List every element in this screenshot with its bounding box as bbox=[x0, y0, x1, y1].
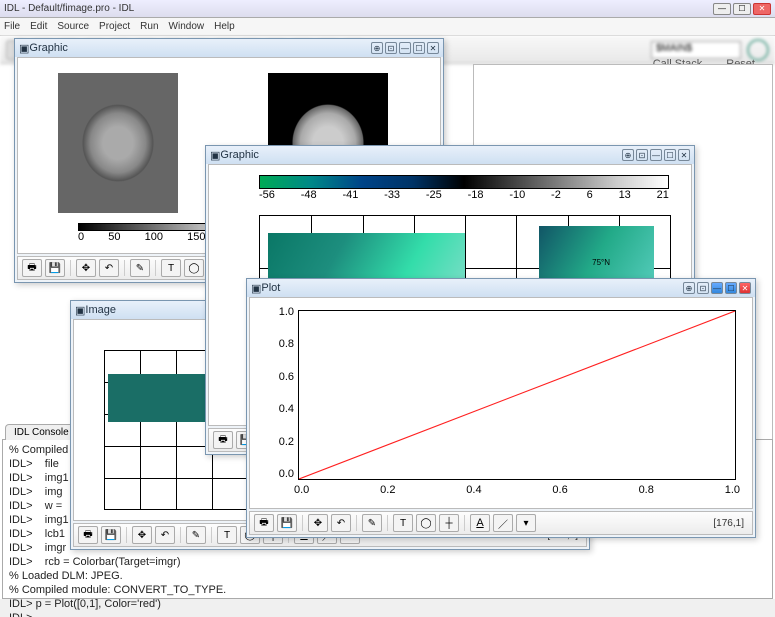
print-icon[interactable]: 🖶 bbox=[78, 526, 98, 544]
undo-icon[interactable]: ↶ bbox=[331, 514, 351, 532]
window-icon: ▣ bbox=[210, 149, 220, 162]
close-icon[interactable]: ✕ bbox=[753, 3, 771, 15]
maximize-icon[interactable]: ☐ bbox=[733, 3, 751, 15]
window-title: Plot bbox=[261, 282, 681, 294]
window-title: Graphic bbox=[29, 42, 369, 54]
pencil-icon[interactable]: ✎ bbox=[362, 514, 382, 532]
max-icon[interactable]: ☐ bbox=[725, 282, 737, 294]
plot-toolbar: 🖶 💾 ✥ ↶ ✎ T ◯ ┼ A ／ ▾ [176,1] bbox=[249, 511, 753, 535]
max-icon[interactable]: ☐ bbox=[413, 42, 425, 54]
save-icon[interactable]: 💾 bbox=[45, 259, 65, 277]
y-axis-ticks: 1.0 0.8 0.6 0.4 0.2 0.0 bbox=[270, 306, 294, 480]
text-icon[interactable]: T bbox=[217, 526, 237, 544]
menu-file[interactable]: File bbox=[4, 21, 20, 32]
plot-status: [176,1] bbox=[713, 518, 748, 529]
pencil-icon[interactable]: ✎ bbox=[130, 259, 150, 277]
menubar: File Edit Source Project Run Window Help bbox=[0, 18, 775, 36]
undo-icon[interactable]: ↶ bbox=[155, 526, 175, 544]
colorbar-ticks: -56 -48 -41 -33 -25 -18 -10 -2 6 13 21 bbox=[259, 189, 669, 201]
undo-icon[interactable]: ↶ bbox=[99, 259, 119, 277]
min-icon[interactable]: — bbox=[399, 42, 411, 54]
text-icon[interactable]: T bbox=[393, 514, 413, 532]
pin-icon[interactable]: ⊕ bbox=[683, 282, 695, 294]
minimize-icon[interactable]: — bbox=[713, 3, 731, 15]
colorbar bbox=[259, 175, 669, 189]
dock-icon[interactable]: ⊡ bbox=[385, 42, 397, 54]
text-icon[interactable]: T bbox=[161, 259, 181, 277]
window-icon: ▣ bbox=[251, 282, 261, 295]
window-icon: ▣ bbox=[19, 42, 29, 55]
scope-combo[interactable]: $MAIN$ bbox=[651, 41, 741, 59]
lat-label: 75°N bbox=[592, 258, 610, 267]
menu-project[interactable]: Project bbox=[99, 21, 130, 32]
print-icon[interactable]: 🖶 bbox=[254, 514, 274, 532]
dock-icon[interactable]: ⊡ bbox=[636, 149, 648, 161]
plot-line bbox=[299, 311, 735, 479]
print-icon[interactable]: 🖶 bbox=[22, 259, 42, 277]
dock-icon[interactable]: ⊡ bbox=[697, 282, 709, 294]
main-titlebar: IDL - Default/fimage.pro - IDL — ☐ ✕ bbox=[0, 0, 775, 18]
close-icon[interactable]: ✕ bbox=[427, 42, 439, 54]
window-icon: ▣ bbox=[75, 304, 85, 317]
pin-icon[interactable]: ⊕ bbox=[371, 42, 383, 54]
move-icon[interactable]: ✥ bbox=[76, 259, 96, 277]
menu-edit[interactable]: Edit bbox=[30, 21, 47, 32]
close-icon[interactable]: ✕ bbox=[678, 149, 690, 161]
close-icon[interactable]: ✕ bbox=[739, 282, 751, 294]
oval-icon[interactable]: ◯ bbox=[184, 259, 204, 277]
plot-window[interactable]: ▣ Plot ⊕ ⊡ — ☐ ✕ 1.0 0.8 0.6 0.4 0.2 0.0… bbox=[246, 278, 756, 538]
window-title: Graphic bbox=[220, 149, 620, 161]
max-icon[interactable]: ☐ bbox=[664, 149, 676, 161]
more-icon[interactable]: ▾ bbox=[516, 514, 536, 532]
line-style-icon[interactable]: ／ bbox=[493, 514, 513, 532]
pin-icon[interactable]: ⊕ bbox=[622, 149, 634, 161]
min-icon[interactable]: — bbox=[711, 282, 723, 294]
min-icon[interactable]: — bbox=[650, 149, 662, 161]
x-axis-ticks: 0.0 0.2 0.4 0.6 0.8 1.0 bbox=[294, 484, 740, 496]
move-icon[interactable]: ✥ bbox=[308, 514, 328, 532]
text-style-icon[interactable]: A bbox=[470, 514, 490, 532]
save-icon[interactable]: 💾 bbox=[277, 514, 297, 532]
menu-source[interactable]: Source bbox=[57, 21, 89, 32]
plot-axes[interactable] bbox=[298, 310, 736, 480]
oval-icon[interactable]: ◯ bbox=[416, 514, 436, 532]
brain-image-grey bbox=[58, 73, 178, 213]
save-icon[interactable]: 💾 bbox=[101, 526, 121, 544]
crosshair-icon[interactable]: ┼ bbox=[439, 514, 459, 532]
pencil-icon[interactable]: ✎ bbox=[186, 526, 206, 544]
app-title: IDL - Default/fimage.pro - IDL bbox=[4, 3, 713, 14]
menu-help[interactable]: Help bbox=[214, 21, 235, 32]
menu-run[interactable]: Run bbox=[140, 21, 158, 32]
menu-window[interactable]: Window bbox=[169, 21, 205, 32]
console-tab[interactable]: IDL Console bbox=[5, 424, 78, 440]
move-icon[interactable]: ✥ bbox=[132, 526, 152, 544]
print-icon[interactable]: 🖶 bbox=[213, 431, 233, 449]
